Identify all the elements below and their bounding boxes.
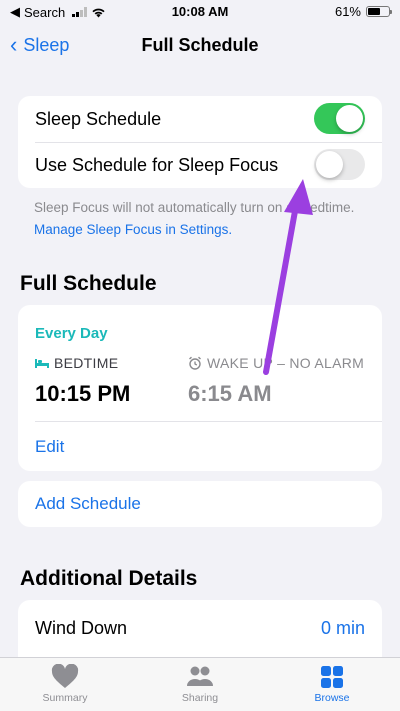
- bed-icon: [35, 359, 49, 368]
- navigation-bar: ‹ Sleep Full Schedule: [0, 24, 400, 68]
- tab-sharing[interactable]: Sharing: [155, 664, 245, 704]
- battery-fill: [368, 8, 381, 15]
- status-right: 61%: [334, 4, 392, 19]
- page-title: Full Schedule: [141, 35, 259, 55]
- sleep-schedule-label: Sleep Schedule: [35, 108, 162, 129]
- grid-icon: [321, 666, 343, 688]
- wake-up-label-text: WAKE UP – NO ALARM: [207, 355, 365, 371]
- tab-browse-label: Browse: [314, 692, 350, 704]
- sleep-settings-card: Sleep Schedule Use Schedule for Sleep Fo…: [18, 96, 382, 188]
- divider: [35, 421, 382, 422]
- sleep-focus-label: Use Schedule for Sleep Focus: [35, 154, 279, 175]
- tab-browse[interactable]: Browse: [287, 664, 377, 704]
- people-icon: [187, 666, 213, 686]
- wake-up-label: WAKE UP – NO ALARM: [188, 355, 364, 371]
- battery-icon: [366, 6, 392, 17]
- schedule-card: Every Day BEDTIME 10:15 PM WAKE UP – NO …: [18, 305, 382, 471]
- toggle-knob: [316, 151, 343, 178]
- schedule-days: Every Day: [35, 325, 108, 342]
- tab-sharing-label: Sharing: [181, 692, 219, 704]
- sleep-focus-row: Use Schedule for Sleep Focus: [18, 142, 382, 188]
- wind-down-value: 0 min: [320, 617, 365, 638]
- additional-details-card: Wind Down 0 min: [18, 600, 382, 660]
- sleep-schedule-toggle[interactable]: [314, 103, 365, 134]
- toggle-knob: [336, 105, 363, 132]
- manage-sleep-focus-link[interactable]: Manage Sleep Focus in Settings.: [34, 222, 232, 237]
- wake-up-time: 6:15 AM: [188, 381, 272, 406]
- battery-percent: 61%: [334, 4, 361, 19]
- bedtime-time: 10:15 PM: [35, 381, 131, 406]
- sleep-focus-footnote: Sleep Focus will not automatically turn …: [34, 197, 374, 240]
- bedtime-label: BEDTIME: [35, 355, 118, 371]
- add-schedule-button[interactable]: Add Schedule: [18, 481, 382, 527]
- bedtime-label-text: BEDTIME: [54, 355, 119, 371]
- full-schedule-heading: Full Schedule: [20, 272, 157, 295]
- sleep-focus-toggle[interactable]: [314, 149, 365, 180]
- additional-details-heading: Additional Details: [20, 567, 198, 590]
- wind-down-label: Wind Down: [35, 617, 128, 638]
- sleep-schedule-row: Sleep Schedule: [18, 96, 382, 142]
- tab-bar: Summary Sharing Browse: [0, 657, 400, 711]
- footnote-text: Sleep Focus will not automatically turn …: [34, 200, 355, 215]
- alarm-clock-icon: [189, 356, 201, 370]
- add-schedule-card: Add Schedule: [18, 481, 382, 527]
- edit-schedule-button[interactable]: Edit: [35, 437, 64, 457]
- tab-summary[interactable]: Summary: [20, 664, 110, 704]
- heart-icon: [51, 664, 79, 688]
- tab-summary-label: Summary: [42, 692, 88, 704]
- wind-down-row[interactable]: Wind Down 0 min: [18, 600, 382, 656]
- status-bar: ◀ Search 10:08 AM 61%: [0, 0, 400, 24]
